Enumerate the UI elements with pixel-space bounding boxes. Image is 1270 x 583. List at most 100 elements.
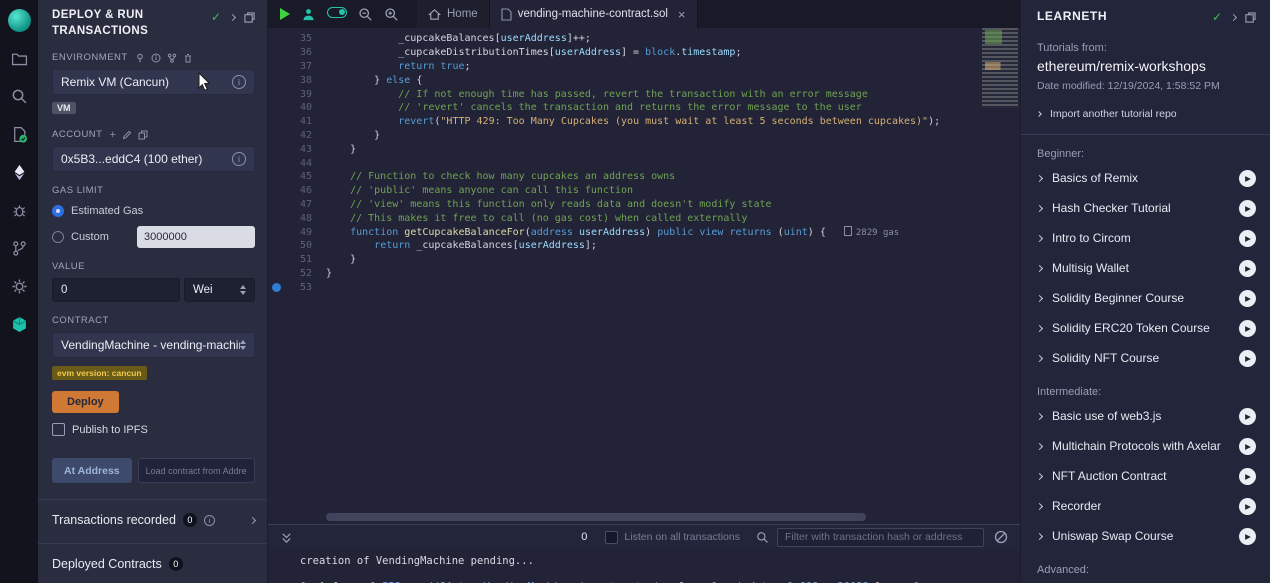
zoom-in-button[interactable]	[384, 7, 399, 22]
listen-all-transactions-checkbox[interactable]: Listen on all transactions	[605, 531, 740, 544]
code-line[interactable]: 39 // If not enough time has passed, rev…	[268, 87, 976, 101]
code-line[interactable]: 38 } else {	[268, 73, 976, 87]
play-tutorial-button[interactable]: ▶	[1239, 290, 1256, 307]
tab-home[interactable]: Home	[417, 0, 490, 28]
publish-ipfs-checkbox[interactable]: Publish to IPFS	[52, 423, 255, 436]
code-line[interactable]: 36 _cupcakeDistributionTimes[userAddress…	[268, 46, 976, 60]
tab-label: vending-machine-contract.sol	[518, 8, 668, 20]
run-script-button[interactable]	[280, 8, 290, 20]
tab-vending-machine-contract[interactable]: vending-machine-contract.sol ×	[490, 0, 698, 28]
sidebar-item-debugger[interactable]	[5, 197, 33, 223]
chevron-right-icon[interactable]	[1230, 13, 1237, 20]
tutorial-item[interactable]: Multisig Wallet▶	[1037, 253, 1256, 283]
at-address-input[interactable]	[138, 458, 255, 483]
clear-console-icon[interactable]	[994, 530, 1008, 544]
sidebar-item-search[interactable]	[5, 83, 33, 109]
chevron-right-icon[interactable]	[229, 13, 236, 20]
tutorial-item[interactable]: Solidity Beginner Course▶	[1037, 283, 1256, 313]
toggle-terminal-icon[interactable]	[280, 531, 293, 544]
play-tutorial-button[interactable]: ▶	[1239, 438, 1256, 455]
code-line[interactable]: 42 }	[268, 129, 976, 143]
deployed-contracts-section[interactable]: Deployed Contracts 0	[52, 544, 255, 571]
play-tutorial-button[interactable]: ▶	[1239, 230, 1256, 247]
tutorial-item[interactable]: Uniswap Swap Course▶	[1037, 521, 1256, 551]
code-line[interactable]: 53	[268, 280, 976, 294]
transactions-recorded-section[interactable]: Transactions recorded 0 i	[52, 500, 255, 527]
code-line[interactable]: 44	[268, 156, 976, 170]
code-line[interactable]: 49 function getCupcakeBalanceFor(address…	[268, 225, 976, 239]
remix-logo[interactable]	[5, 7, 33, 33]
play-tutorial-button[interactable]: ▶	[1239, 320, 1256, 337]
import-tutorial-repo[interactable]: Import another tutorial repo	[1037, 108, 1256, 120]
play-tutorial-button[interactable]: ▶	[1239, 170, 1256, 187]
pin-icon[interactable]	[135, 53, 145, 63]
info-icon[interactable]: i	[204, 515, 215, 526]
estimated-gas-option[interactable]: Estimated Gas	[52, 205, 255, 217]
code-line[interactable]: 45 // Function to check how many cupcake…	[268, 170, 976, 184]
deployment-marker-dot	[272, 283, 281, 292]
minimap[interactable]	[982, 28, 1018, 108]
tutorial-item[interactable]: Basic use of web3.js▶	[1037, 401, 1256, 431]
sidebar-item-deploy-and-run[interactable]	[5, 159, 33, 185]
custom-gas-input[interactable]	[137, 226, 255, 248]
zoom-out-button[interactable]	[358, 7, 373, 22]
account-menu-icon[interactable]: i	[232, 152, 246, 166]
horizontal-scrollbar[interactable]	[326, 513, 866, 521]
code-line[interactable]: 46 // 'public' means anyone can call thi…	[268, 184, 976, 198]
tutorial-item[interactable]: Multichain Protocols with Axelar▶	[1037, 431, 1256, 461]
code-line[interactable]: 47 // 'view' means this function only re…	[268, 198, 976, 212]
code-line[interactable]: 37 return true;	[268, 60, 976, 74]
code-line[interactable]: 52}	[268, 267, 976, 281]
copilot-toggle[interactable]	[327, 5, 347, 23]
play-tutorial-button[interactable]: ▶	[1239, 498, 1256, 515]
sidebar-item-file-explorer[interactable]	[5, 45, 33, 71]
tutorial-item[interactable]: Intro to Circom▶	[1037, 223, 1256, 253]
play-tutorial-button[interactable]: ▶	[1239, 468, 1256, 485]
sidebar-item-learneth[interactable]	[5, 311, 33, 337]
contract-select[interactable]: VendingMachine - vending-machin	[52, 332, 255, 358]
value-unit-select[interactable]: Wei	[184, 278, 255, 302]
code-line[interactable]: 50 return _cupcakeBalances[userAddress];	[268, 239, 976, 253]
code-line[interactable]: 35 _cupcakeBalances[userAddress]++;	[268, 32, 976, 46]
code-line[interactable]: 48 // This makes it free to call (no gas…	[268, 211, 976, 225]
code-editor[interactable]: 35 _cupcakeBalances[userAddress]++;36 _c…	[268, 28, 1020, 524]
edit-icon[interactable]	[122, 130, 132, 140]
ai-assistant-icon[interactable]	[301, 7, 316, 22]
add-account-icon[interactable]: +	[109, 131, 115, 139]
tutorial-item[interactable]: Basics of Remix▶	[1037, 163, 1256, 193]
tutorial-item[interactable]: Hash Checker Tutorial▶	[1037, 193, 1256, 223]
code-line[interactable]: 40 // 'revert' cancels the transaction a…	[268, 101, 976, 115]
account-select[interactable]: 0x5B3...eddC4 (100 ether) i	[52, 146, 255, 172]
sidebar-item-git[interactable]	[5, 235, 33, 261]
tutorial-item[interactable]: Solidity NFT Course▶	[1037, 343, 1256, 373]
fork-icon[interactable]	[167, 53, 177, 63]
popout-icon[interactable]	[1245, 12, 1256, 23]
info-icon[interactable]	[151, 53, 161, 63]
tutorial-item[interactable]: NFT Auction Contract▶	[1037, 461, 1256, 491]
popout-icon[interactable]	[244, 12, 255, 23]
environment-select[interactable]: Remix VM (Cancun) i	[52, 69, 255, 95]
sidebar-item-settings[interactable]	[5, 273, 33, 299]
tutorial-item[interactable]: Solidity ERC20 Token Course▶	[1037, 313, 1256, 343]
terminal-filter-input[interactable]	[777, 528, 984, 547]
play-tutorial-button[interactable]: ▶	[1239, 200, 1256, 217]
custom-gas-option[interactable]: Custom	[52, 226, 255, 248]
value-input[interactable]	[52, 278, 180, 302]
play-tutorial-button[interactable]: ▶	[1239, 350, 1256, 367]
play-tutorial-button[interactable]: ▶	[1239, 408, 1256, 425]
play-tutorial-button[interactable]: ▶	[1239, 528, 1256, 545]
code-line[interactable]: 51 }	[268, 253, 976, 267]
environment-info-icon[interactable]: i	[232, 75, 246, 89]
deploy-button[interactable]: Deploy	[52, 391, 119, 413]
code-line[interactable]: 43 }	[268, 142, 976, 156]
tutorial-item[interactable]: Recorder▶	[1037, 491, 1256, 521]
play-tutorial-button[interactable]: ▶	[1239, 260, 1256, 277]
copy-icon[interactable]	[138, 130, 148, 140]
sidebar-item-solidity-compiler[interactable]	[5, 121, 33, 147]
tutorial-item[interactable]: All about Proxy Contracts▶	[1037, 579, 1256, 583]
trash-icon[interactable]	[183, 53, 193, 63]
code-line[interactable]: 41 revert("HTTP 429: Too Many Cupcakes (…	[268, 115, 976, 129]
at-address-button[interactable]: At Address	[52, 458, 132, 483]
close-tab-icon[interactable]: ×	[678, 7, 686, 22]
chevron-right-icon[interactable]	[249, 516, 256, 523]
